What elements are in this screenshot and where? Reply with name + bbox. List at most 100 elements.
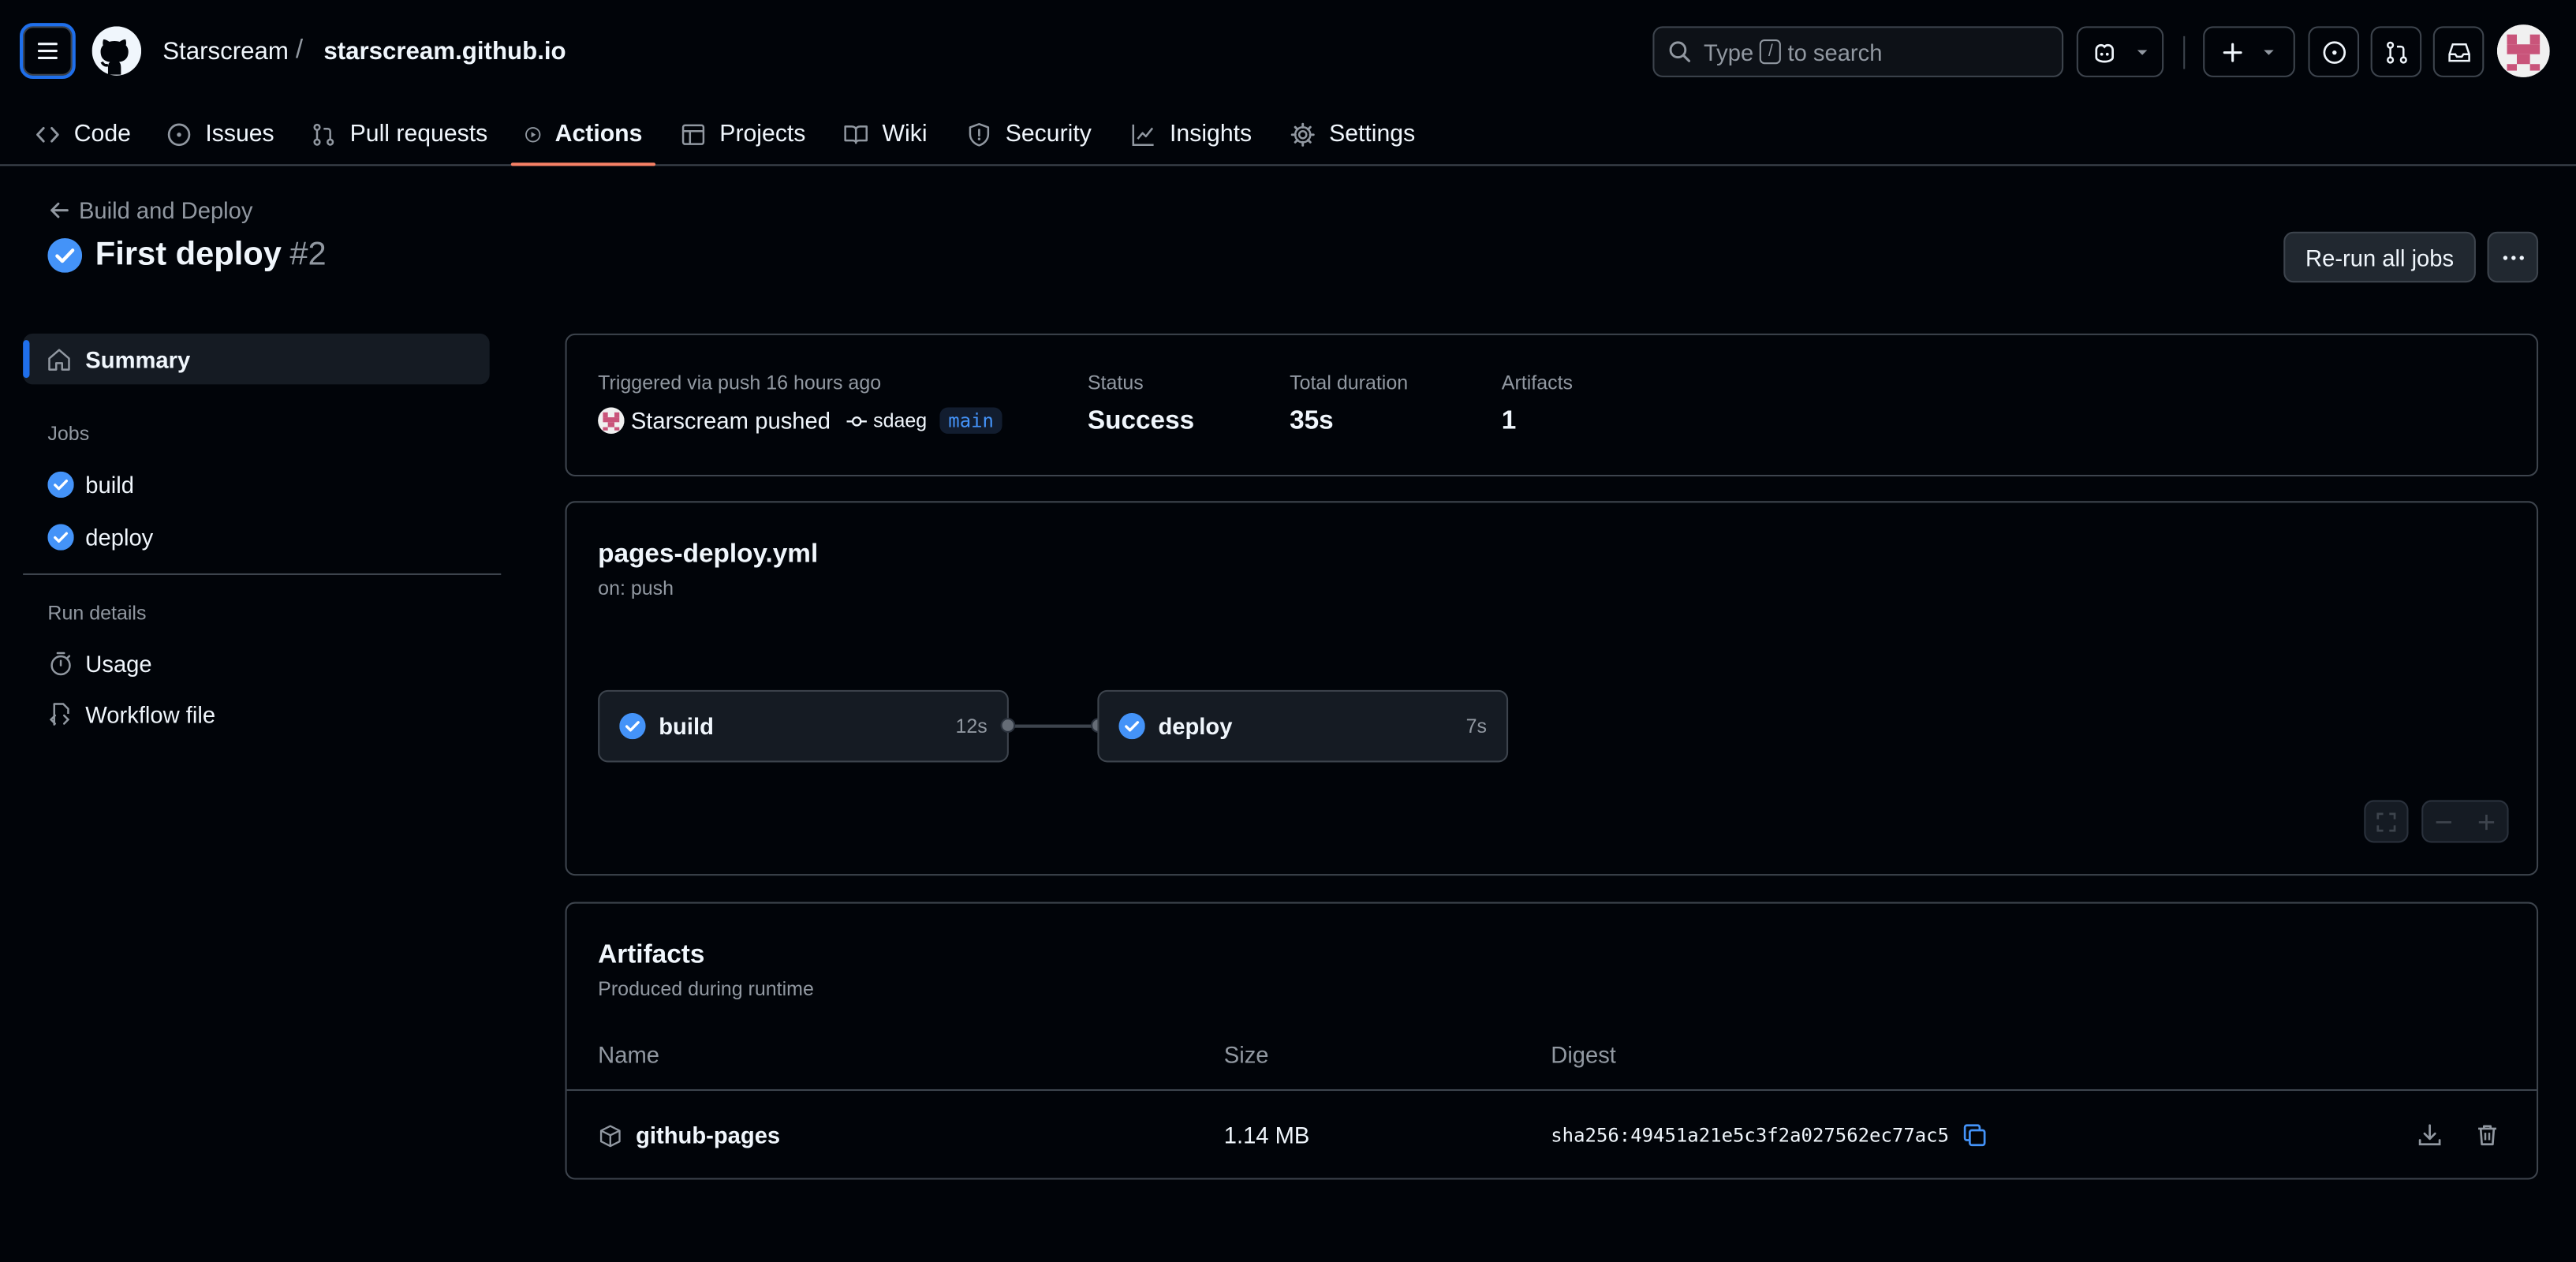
issues-button[interactable] — [2308, 26, 2360, 77]
tab-projects[interactable]: Projects — [667, 105, 819, 164]
tab-pull-requests[interactable]: Pull requests — [297, 105, 501, 164]
create-new-button[interactable] — [2203, 26, 2295, 77]
tab-issues-label: Issues — [205, 121, 274, 148]
file-code-icon — [49, 703, 70, 726]
tab-issues[interactable]: Issues — [153, 105, 288, 164]
sidebar-item-usage[interactable]: Usage — [47, 651, 152, 677]
column-header-digest: Digest — [1551, 1041, 1616, 1068]
issue-opened-icon — [2322, 40, 2346, 63]
tab-code[interactable]: Code — [21, 105, 144, 164]
check-circle-fill-icon — [47, 238, 83, 273]
tab-settings-label: Settings — [1329, 121, 1416, 148]
identicon-icon — [598, 407, 625, 434]
search-placeholder-suffix: to search — [1787, 38, 1883, 65]
copilot-button[interactable] — [2076, 26, 2164, 77]
sidebar-item-workflow-file[interactable]: Workflow file — [47, 701, 216, 728]
copy-icon[interactable] — [1962, 1122, 1988, 1148]
git-commit-icon — [846, 415, 866, 426]
chevron-down-icon — [2264, 49, 2274, 54]
workflow-trigger: on: push — [598, 577, 674, 600]
download-icon[interactable] — [2417, 1122, 2443, 1148]
fullscreen-button[interactable] — [2364, 800, 2409, 843]
branch-badge[interactable]: main — [939, 407, 1002, 434]
tab-actions-label: Actions — [554, 121, 643, 148]
sidebar-item-summary[interactable]: Summary — [23, 333, 490, 385]
connector-dot — [1000, 718, 1016, 733]
job-node-name: build — [659, 712, 714, 740]
job-connector — [1006, 724, 1098, 728]
commit-sha: sdaeg — [873, 409, 928, 432]
sidebar-item-job-build[interactable]: build — [47, 471, 134, 498]
status-value: Success — [1087, 407, 1195, 435]
zoom-in-icon[interactable] — [2476, 811, 2497, 832]
sidebar-item-label: deploy — [85, 524, 154, 551]
commit-link[interactable]: sdaeg — [846, 409, 928, 432]
duration-label: Total duration — [1290, 371, 1409, 394]
artifacts-subtitle: Produced during runtime — [598, 977, 814, 1001]
search-icon — [1669, 41, 1691, 62]
table-divider — [566, 1088, 2537, 1092]
sidebar-item-job-deploy[interactable]: deploy — [47, 524, 154, 551]
identicon-icon — [2497, 24, 2550, 77]
sidebar-item-label: Summary — [85, 345, 191, 372]
breadcrumb-owner[interactable]: Starscream — [162, 38, 289, 65]
rerun-all-jobs-button[interactable]: Re-run all jobs — [2283, 231, 2476, 283]
user-avatar[interactable] — [2497, 24, 2550, 77]
github-logo-icon[interactable] — [91, 26, 142, 76]
check-circle-fill-icon — [47, 524, 74, 551]
workflow-file-name[interactable]: pages-deploy.yml — [598, 540, 818, 569]
artifacts-card: Artifacts Produced during runtime Name S… — [565, 902, 2539, 1180]
sidebar-run-details-heading: Run details — [47, 601, 147, 625]
tab-wiki[interactable]: Wiki — [830, 105, 940, 164]
job-node-deploy[interactable]: deploy 7s — [1097, 689, 1509, 763]
push-info: Starscream pushed sdaeg main — [598, 407, 1002, 434]
search-input[interactable]: Type / to search — [1652, 26, 2064, 77]
column-header-size: Size — [1223, 1041, 1269, 1068]
menu-button[interactable] — [19, 23, 76, 79]
back-link[interactable]: Build and Deploy — [47, 197, 252, 223]
shield-icon — [969, 123, 990, 147]
job-node-build[interactable]: build 12s — [598, 689, 1009, 763]
artifact-size: 1.14 MB — [1223, 1122, 1310, 1148]
chevron-down-icon — [2136, 49, 2147, 54]
global-header: Starscream / starscream.github.io Type /… — [0, 0, 2576, 105]
duration-value: 35s — [1290, 407, 1334, 435]
inbox-icon — [2447, 42, 2470, 62]
breadcrumb-separator: / — [295, 35, 304, 65]
git-pull-request-icon — [313, 123, 334, 146]
tab-insights[interactable]: Insights — [1117, 105, 1264, 164]
search-placeholder-prefix: Type — [1703, 38, 1754, 65]
tab-pull-requests-label: Pull requests — [349, 121, 488, 148]
job-node-name: deploy — [1158, 712, 1233, 740]
check-circle-fill-icon — [1118, 712, 1145, 740]
trash-icon[interactable] — [2474, 1122, 2500, 1148]
pull-requests-button[interactable] — [2370, 26, 2422, 77]
artifacts-title: Artifacts — [598, 941, 705, 969]
screen-full-icon — [2376, 812, 2396, 831]
repo-nav: Code Issues Pull requests Actions Projec… — [0, 105, 2576, 166]
check-circle-fill-icon — [619, 712, 646, 740]
tab-security[interactable]: Security — [953, 105, 1104, 164]
more-options-button[interactable] — [2487, 231, 2539, 283]
actor-name[interactable]: Starscream — [631, 408, 749, 434]
tab-settings[interactable]: Settings — [1276, 105, 1428, 164]
artifact-name: github-pages — [636, 1122, 781, 1148]
run-summary-card: Triggered via push 16 hours ago Starscre… — [565, 333, 2539, 477]
book-icon — [844, 125, 868, 144]
artifact-digest-cell: sha256:49451a21e5c3f2a027562ec77ac5 — [1551, 1122, 1988, 1148]
tab-projects-label: Projects — [719, 121, 806, 148]
artifact-name-link[interactable]: github-pages — [598, 1122, 780, 1148]
breadcrumb-repo[interactable]: starscream.github.io — [323, 38, 566, 65]
inbox-button[interactable] — [2432, 26, 2485, 77]
search-shortcut-key: / — [1760, 39, 1782, 65]
graph-icon — [1132, 124, 1154, 146]
arrow-left-icon — [50, 202, 69, 218]
issue-opened-icon — [167, 123, 191, 147]
actor-avatar — [598, 407, 625, 434]
sidebar-item-label: Workflow file — [85, 701, 216, 728]
sidebar-divider — [23, 573, 502, 576]
artifacts-count-value[interactable]: 1 — [1502, 408, 1517, 437]
back-link-label: Build and Deploy — [78, 196, 253, 224]
tab-actions[interactable]: Actions — [510, 105, 656, 166]
zoom-out-icon[interactable] — [2433, 811, 2455, 832]
